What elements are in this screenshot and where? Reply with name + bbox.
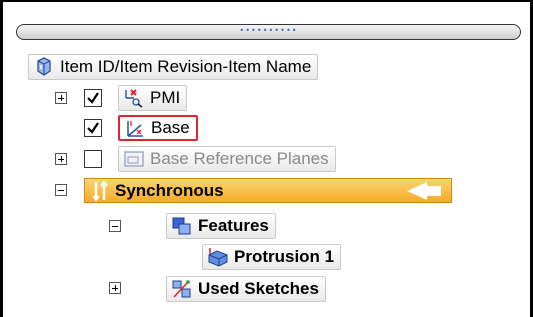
tree-node-used-sketches-label: Used Sketches: [198, 279, 319, 298]
base-reference-planes-expander[interactable]: [55, 153, 67, 165]
checkmark-icon: [87, 92, 99, 104]
coordinate-system-icon: [124, 118, 146, 138]
part-icon: [33, 57, 55, 77]
synchronous-icon: [89, 179, 111, 202]
tree-node-base-label: Base: [151, 118, 190, 137]
tree-node-base[interactable]: Base: [118, 115, 198, 141]
tree-node-protrusion-1-label: Protrusion 1: [234, 247, 335, 266]
synchronous-expander[interactable]: [55, 184, 67, 196]
pmi-checkbox[interactable]: [84, 89, 102, 107]
panel-left-border: [0, 0, 3, 317]
panel-top-border: [0, 0, 533, 2]
tree-node-features-label: Features: [198, 216, 269, 235]
tree-node-base-reference-planes[interactable]: Base Reference Planes: [118, 146, 336, 172]
sketch-icon: [171, 279, 193, 299]
protrusion-icon: [207, 247, 229, 267]
reference-plane-icon: [123, 149, 145, 169]
pathfinder-panel: •••••••••• Item ID/Item Revision-Item Na…: [0, 0, 533, 317]
tree-node-root[interactable]: Item ID/Item Revision-Item Name: [28, 54, 319, 80]
tree-node-pmi[interactable]: PMI: [118, 85, 188, 111]
tree-node-features[interactable]: Features: [166, 213, 276, 239]
pmi-icon: [123, 88, 145, 108]
grip-dots: ••••••••••: [239, 26, 298, 35]
tree-node-used-sketches[interactable]: Used Sketches: [166, 276, 326, 302]
checkmark-icon: [87, 122, 99, 134]
base-checkbox[interactable]: [84, 119, 102, 137]
tree-node-synchronous[interactable]: Synchronous: [84, 178, 452, 203]
tree-node-synchronous-label: Synchronous: [115, 180, 224, 200]
features-expander[interactable]: [109, 220, 121, 232]
used-sketches-expander[interactable]: [109, 282, 121, 294]
active-environment-arrow-icon: [407, 182, 441, 200]
tree-node-root-label: Item ID/Item Revision-Item Name: [60, 57, 312, 76]
tree-node-protrusion-1[interactable]: Protrusion 1: [202, 244, 342, 270]
base-reference-planes-checkbox[interactable]: [84, 150, 102, 168]
tree-node-base-reference-planes-label: Base Reference Planes: [150, 149, 329, 168]
tree-node-pmi-label: PMI: [150, 88, 181, 107]
features-icon: [171, 216, 193, 236]
pmi-expander[interactable]: [55, 92, 67, 104]
splitter-grip[interactable]: ••••••••••: [16, 24, 521, 40]
